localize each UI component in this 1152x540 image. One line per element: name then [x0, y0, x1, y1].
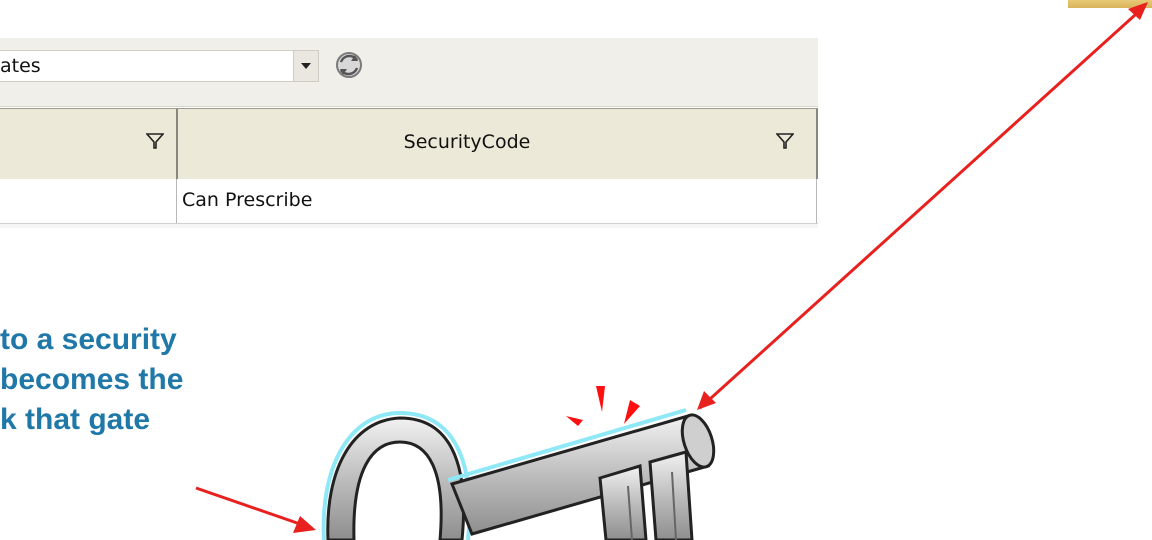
pointer-arrow: [195, 486, 316, 533]
sparkle-icon: [566, 386, 640, 426]
diagonal-arrow: [697, 2, 1148, 410]
key-icon: [321, 408, 716, 540]
